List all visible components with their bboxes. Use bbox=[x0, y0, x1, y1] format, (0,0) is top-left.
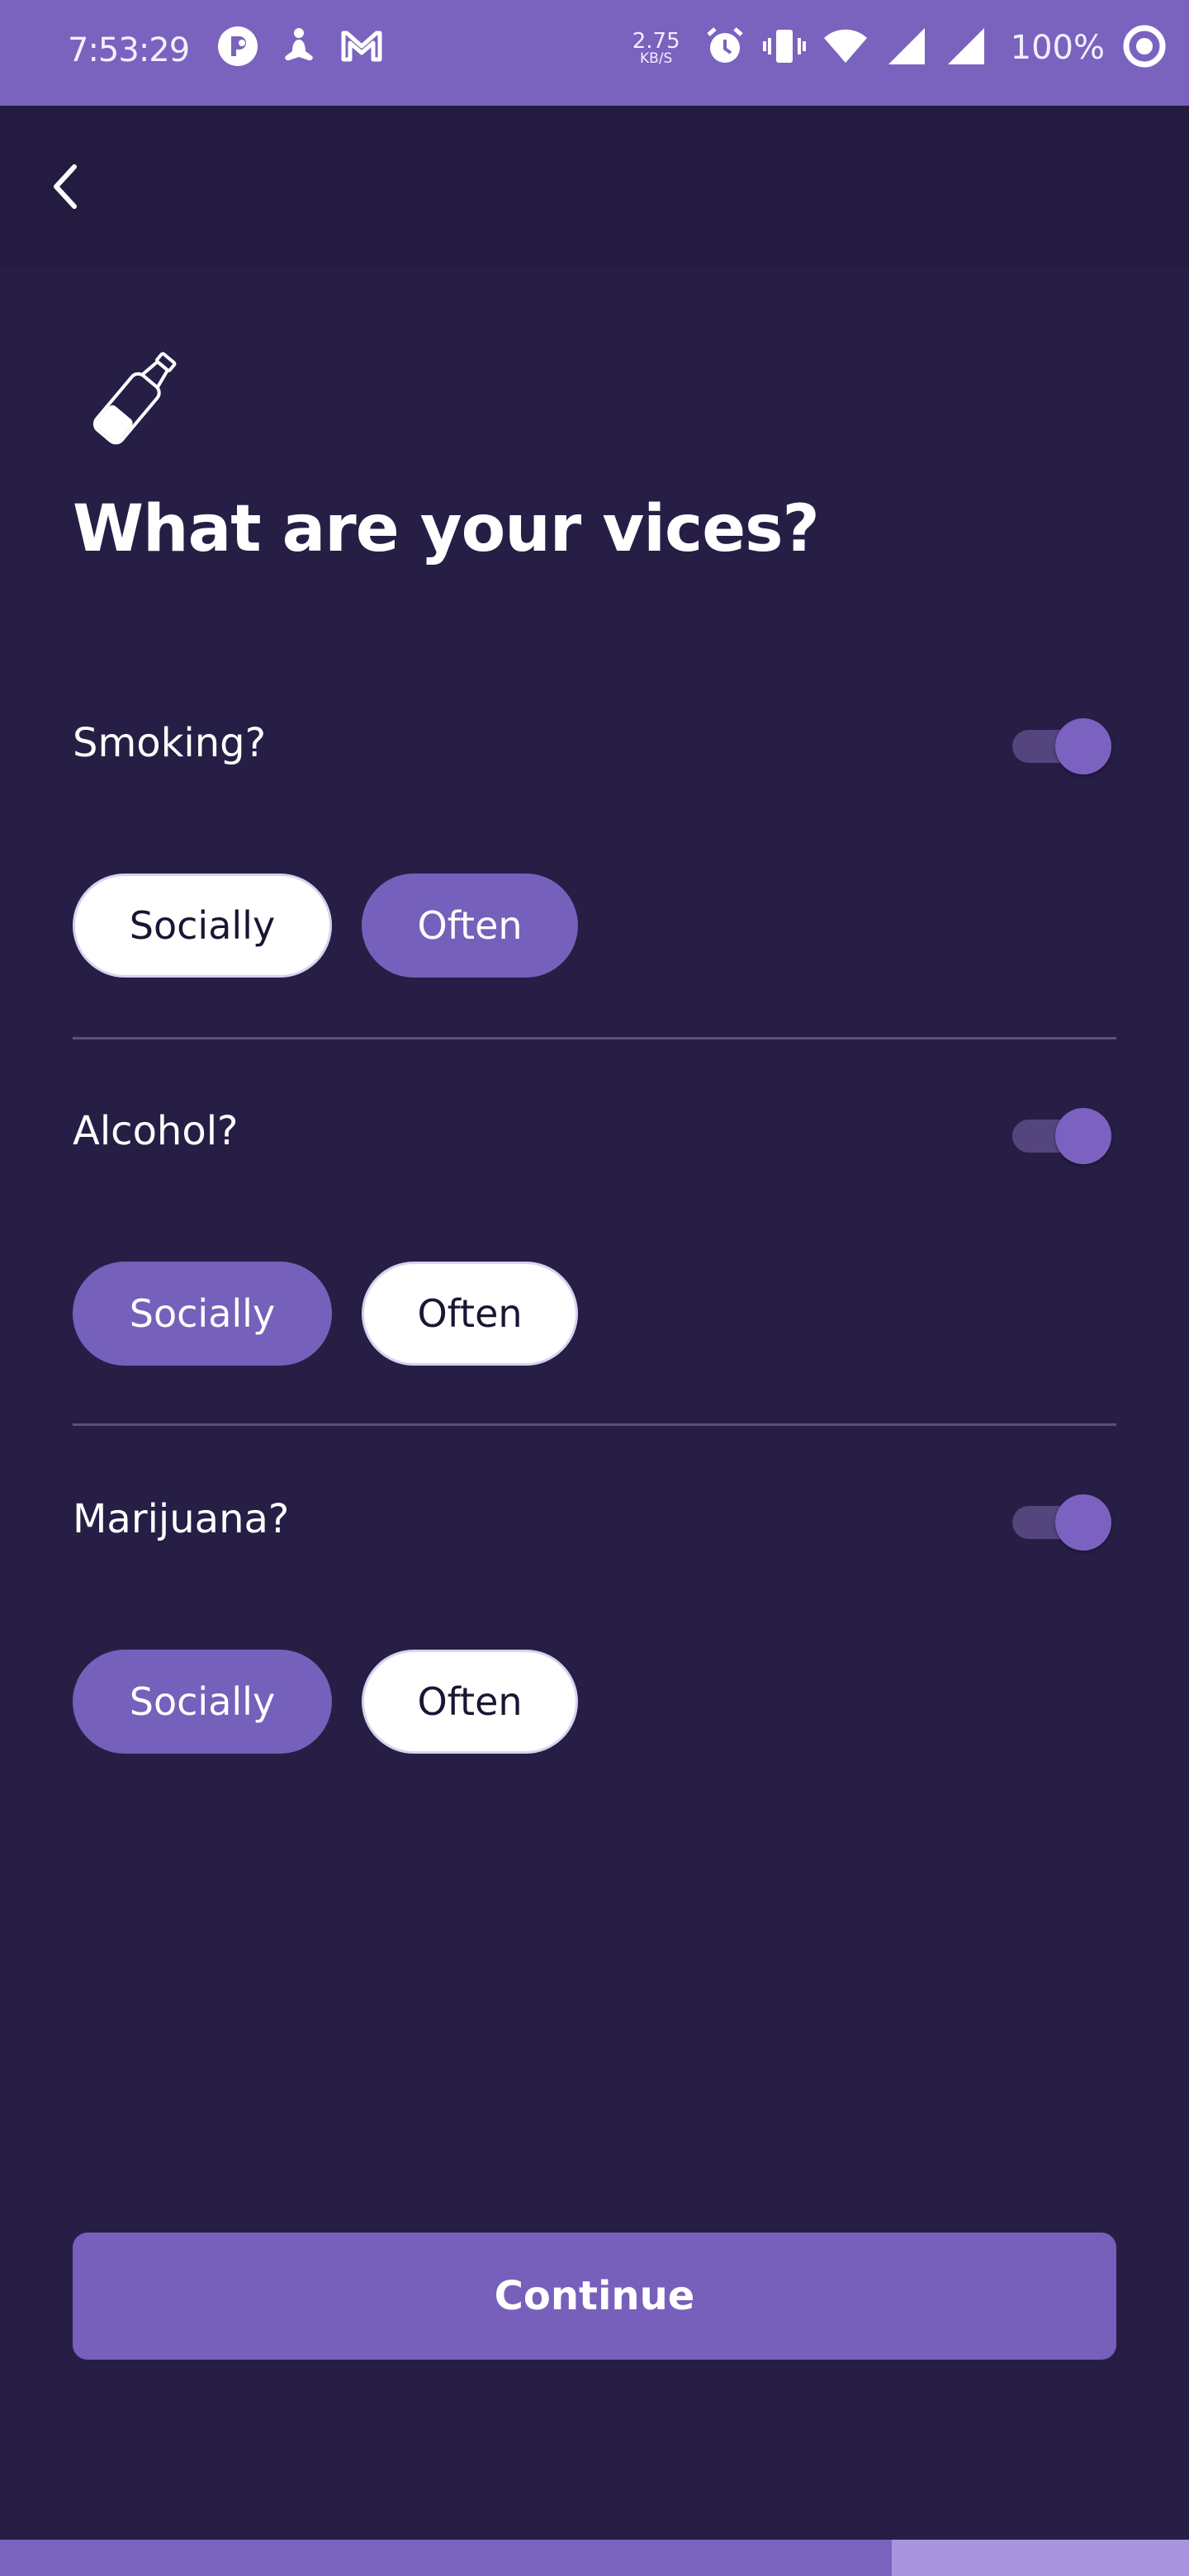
toggle-alcohol[interactable] bbox=[1009, 1108, 1111, 1164]
divider bbox=[73, 1423, 1116, 1426]
page-title: What are your vices? bbox=[73, 492, 820, 566]
marijuana-socially-chip[interactable]: Socially bbox=[73, 1650, 332, 1754]
section-marijuana: Marijuana? Socially Often bbox=[73, 1486, 1116, 1767]
divider bbox=[73, 1037, 1116, 1039]
bottle-icon bbox=[79, 339, 195, 454]
meditation-icon bbox=[277, 25, 320, 71]
network-speed: 2.75 KB/S bbox=[632, 31, 680, 66]
section-alcohol: Alcohol? Socially Often bbox=[73, 1098, 1116, 1379]
status-time: 7:53:29 bbox=[68, 31, 190, 69]
smoking-often-chip[interactable]: Often bbox=[362, 874, 578, 978]
speed-unit: KB/S bbox=[640, 50, 673, 67]
toggle-smoking[interactable] bbox=[1009, 718, 1111, 774]
progress-bar bbox=[0, 2540, 1189, 2576]
battery-ring-icon bbox=[1121, 23, 1168, 73]
section-smoking: Smoking? Socially Often bbox=[73, 710, 1116, 991]
status-bar: 7:53:29 2.75 KB/S 100% bbox=[0, 0, 1189, 106]
toggle-knob bbox=[1055, 718, 1111, 774]
signal-icon-2 bbox=[945, 25, 988, 71]
speed-value: 2.75 bbox=[632, 28, 680, 54]
question-smoking: Smoking? bbox=[73, 720, 267, 766]
battery-text: 100% bbox=[1010, 29, 1105, 67]
vibrate-icon bbox=[762, 25, 806, 71]
toggle-knob bbox=[1055, 1108, 1111, 1164]
marijuana-often-chip[interactable]: Often bbox=[362, 1650, 578, 1754]
back-button[interactable] bbox=[33, 155, 99, 221]
alcohol-socially-chip[interactable]: Socially bbox=[73, 1262, 332, 1366]
app-notification-icon bbox=[216, 25, 259, 71]
signal-icon bbox=[885, 25, 928, 71]
progress-fill bbox=[0, 2540, 892, 2576]
continue-button[interactable]: Continue bbox=[73, 2233, 1116, 2360]
app-bar bbox=[0, 106, 1189, 268]
toggle-marijuana[interactable] bbox=[1009, 1494, 1111, 1551]
question-alcohol: Alcohol? bbox=[73, 1108, 239, 1154]
alarm-icon bbox=[703, 25, 746, 71]
toggle-knob bbox=[1055, 1494, 1111, 1551]
gmail-icon bbox=[339, 25, 385, 71]
wifi-icon bbox=[822, 25, 869, 71]
back-arrow-icon bbox=[50, 162, 83, 215]
question-marijuana: Marijuana? bbox=[73, 1496, 290, 1542]
alcohol-often-chip[interactable]: Often bbox=[362, 1262, 578, 1366]
smoking-socially-chip[interactable]: Socially bbox=[73, 874, 332, 978]
